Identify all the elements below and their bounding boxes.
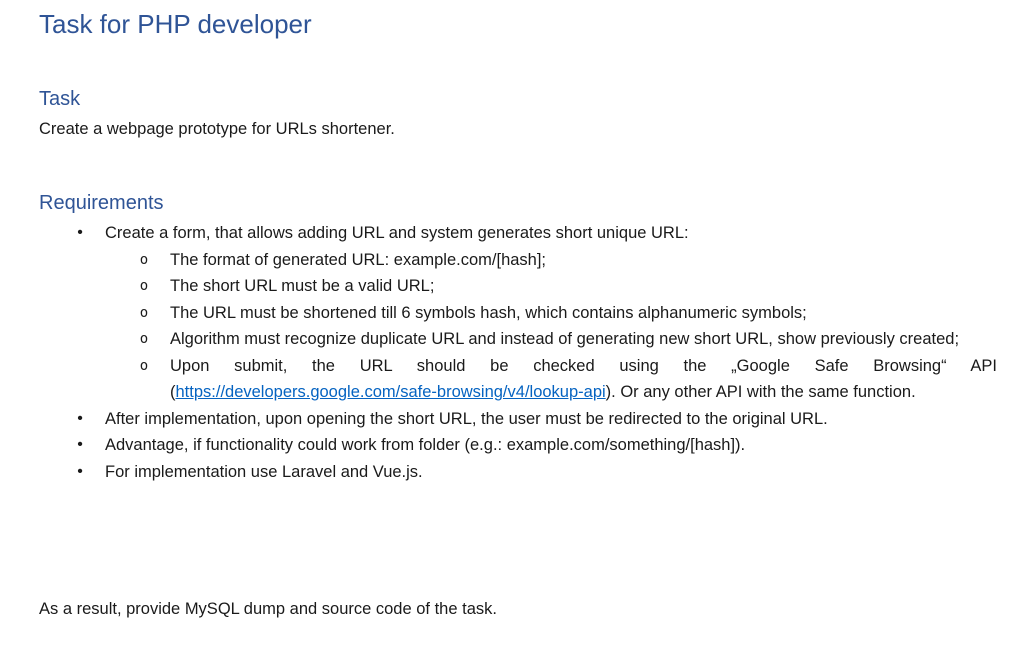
subrequirement-text: The short URL must be a valid URL; (170, 277, 435, 295)
requirement-text: Advantage, if functionality could work f… (105, 436, 746, 454)
document-title: Task for PHP developer (39, 9, 312, 39)
requirements-heading: Requirements (39, 192, 164, 214)
circle-bullet-icon: o (139, 357, 149, 374)
circle-bullet-icon: o (139, 331, 149, 347)
task-description: Create a webpage prototype for URLs shor… (39, 120, 395, 138)
requirement-item-stack: • For implementation use Laravel and Vue… (39, 459, 997, 486)
requirement-item-redirect: • After implementation, upon opening the… (39, 406, 997, 433)
requirement-text: Create a form, that allows adding URL an… (105, 224, 689, 242)
circle-bullet-icon: o (139, 304, 149, 321)
requirement-item-form: • Create a form, that allows adding URL … (39, 220, 997, 247)
requirement-item-folder: • Advantage, if functionality could work… (39, 432, 997, 459)
result-paragraph: As a result, provide MySQL dump and sour… (39, 600, 497, 618)
subrequirement-text: The URL must be shortened till 6 symbols… (170, 303, 807, 322)
task-heading: Task (39, 88, 81, 110)
subrequirement-text: The format of generated URL: example.com… (170, 250, 547, 269)
subrequirement-valid-url: o The short URL must be a valid URL; (39, 273, 997, 300)
subrequirement-text: Algorithm must recognize duplicate URL a… (170, 330, 960, 348)
subrequirement-format: o The format of generated URL: example.c… (39, 247, 997, 274)
requirement-text: For implementation use Laravel and Vue.j… (105, 462, 423, 481)
subrequirement-text-after: ). Or any other API with the same functi… (605, 383, 916, 401)
requirements-list: • Create a form, that allows adding URL … (39, 220, 997, 485)
subrequirement-duplicate: o Algorithm must recognize duplicate URL… (39, 326, 997, 353)
subrequirement-hash: o The URL must be shortened till 6 symbo… (39, 300, 997, 327)
safe-browsing-api-link[interactable]: https://developers.google.com/safe-brows… (176, 383, 606, 401)
circle-bullet-icon: o (139, 278, 149, 294)
bullet-icon: • (77, 224, 83, 241)
bullet-icon: • (77, 409, 83, 427)
subrequirement-safe-browsing: o Upon submit, the URL should be checked… (39, 353, 997, 406)
bullet-icon: • (77, 436, 83, 453)
bullet-icon: • (77, 462, 83, 480)
requirement-text: After implementation, upon opening the s… (105, 409, 828, 428)
circle-bullet-icon: o (139, 251, 149, 268)
